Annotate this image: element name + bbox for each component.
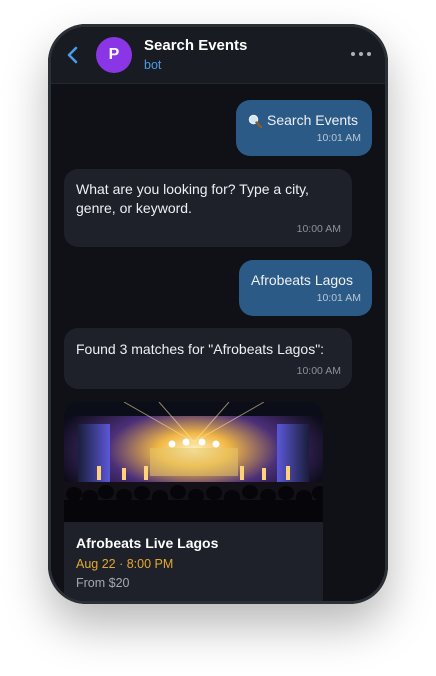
magnifier-icon: [248, 114, 262, 128]
more-horizontal-icon[interactable]: [351, 47, 371, 61]
phone-frame: P Search Events bot Search Events 10:01 …: [48, 24, 388, 604]
message-time: 10:00 AM: [296, 365, 341, 377]
message-incoming: What are you looking for? Type a city, g…: [64, 169, 352, 247]
message-time: 10:00 AM: [296, 223, 341, 235]
chat-header: P Search Events bot: [51, 27, 385, 84]
message-time: 10:01 AM: [316, 132, 361, 144]
chat-subtitle: bot: [144, 58, 162, 72]
message-text: Afrobeats Lagos: [251, 272, 353, 288]
message-outgoing: Search Events 10:01 AM: [236, 100, 372, 156]
chat-screen: P Search Events bot Search Events 10:01 …: [51, 27, 385, 601]
message-incoming: Found 3 matches for "Afrobeats Lagos": 1…: [64, 328, 352, 389]
message-text: What are you looking for? Type a city, g…: [76, 181, 309, 216]
message-time: 10:01 AM: [316, 292, 361, 304]
event-title[interactable]: Afrobeats Live Lagos: [76, 535, 218, 551]
concert-stage-photo: [64, 402, 323, 522]
event-date: Aug 22 · 8:00 PM: [76, 557, 174, 571]
chat-title: Search Events: [144, 37, 248, 54]
message-text: Search Events: [267, 112, 359, 128]
event-price: From $20: [76, 576, 130, 590]
message-outgoing: Afrobeats Lagos 10:01 AM: [239, 260, 372, 316]
message-text: Found 3 matches for "Afrobeats Lagos":: [76, 341, 325, 357]
event-card[interactable]: Afrobeats Live Lagos Aug 22 · 8:00 PM Fr…: [64, 402, 323, 601]
avatar[interactable]: P: [96, 37, 132, 73]
chevron-left-icon[interactable]: [65, 45, 81, 65]
